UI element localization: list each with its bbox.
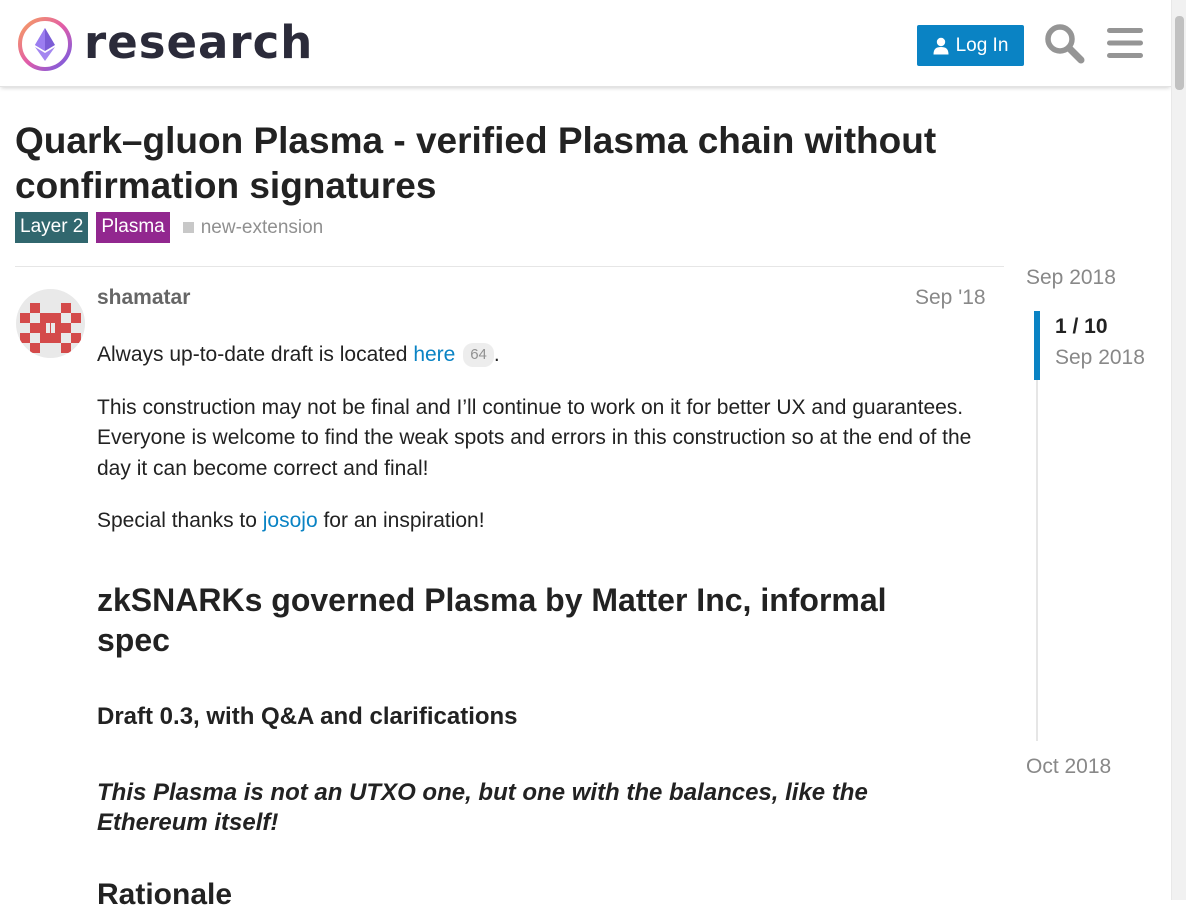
post-heading-rationale: Rationale bbox=[97, 878, 233, 911]
timeline-start-date[interactable]: Sep 2018 bbox=[1026, 266, 1116, 290]
paragraph-thanks: Special thanks to josojo for an inspirat… bbox=[97, 506, 997, 537]
user-icon bbox=[933, 37, 949, 54]
paragraph-draft-location: Always up-to-date draft is located here … bbox=[97, 340, 997, 371]
tag-label: new-extension bbox=[200, 216, 324, 238]
paragraph-text: Always up-to-date draft is located bbox=[97, 343, 414, 366]
menu-button[interactable] bbox=[1103, 20, 1147, 66]
post-date[interactable]: Sep '18 bbox=[915, 286, 986, 310]
user-mention-link[interactable]: josojo bbox=[263, 509, 318, 532]
scrollbar-thumb[interactable] bbox=[1175, 16, 1184, 90]
link-click-count: 64 bbox=[463, 343, 494, 367]
paragraph-disclaimer: This construction may not be final and I… bbox=[97, 395, 972, 480]
login-button-label: Log In bbox=[955, 34, 1009, 56]
paragraph-text: . bbox=[493, 343, 500, 366]
topic-tags: Layer 2 Plasma new-extension bbox=[15, 212, 323, 243]
avatar[interactable] bbox=[16, 289, 85, 358]
category-badge-plasma[interactable]: Plasma bbox=[96, 212, 170, 243]
timeline-position: 1 / 10 bbox=[1055, 315, 1108, 338]
timeline-position-date: Sep 2018 bbox=[1055, 346, 1145, 369]
post-heading-draft: Draft 0.3, with Q&A and clarifications bbox=[97, 703, 518, 730]
site-brand[interactable]: research bbox=[84, 15, 313, 71]
post-body: Always up-to-date draft is located here … bbox=[97, 340, 997, 559]
topic-divider bbox=[15, 266, 1004, 267]
post-author[interactable]: shamatar bbox=[97, 286, 190, 310]
paragraph-text: Special thanks to bbox=[97, 509, 263, 532]
post-heading-spec: zkSNARKs governed Plasma by Matter Inc, … bbox=[97, 582, 887, 658]
timeline-handle[interactable] bbox=[1034, 311, 1040, 380]
timeline-end-date[interactable]: Oct 2018 bbox=[1026, 755, 1111, 779]
identicon-avatar-icon bbox=[16, 289, 85, 358]
hamburger-menu-icon bbox=[1107, 28, 1143, 58]
paragraph-text: for an inspiration! bbox=[317, 509, 485, 532]
site-logo[interactable] bbox=[15, 14, 75, 74]
post-emphasis: This Plasma is not an UTXO one, but one … bbox=[97, 779, 868, 836]
search-button[interactable] bbox=[1042, 20, 1086, 66]
tag-new-extension[interactable]: new-extension bbox=[182, 216, 324, 239]
login-button[interactable]: Log In bbox=[917, 25, 1024, 66]
page-scrollbar[interactable] bbox=[1171, 0, 1186, 900]
draft-link[interactable]: here bbox=[413, 343, 455, 366]
category-badge-layer-2[interactable]: Layer 2 bbox=[15, 212, 89, 243]
tag-square-icon bbox=[182, 222, 194, 233]
site-header: research Log In bbox=[0, 0, 1171, 87]
ethereum-research-logo-icon bbox=[18, 17, 72, 71]
search-icon bbox=[1045, 24, 1085, 64]
topic-title[interactable]: Quark–gluon Plasma - verified Plasma cha… bbox=[15, 118, 1005, 208]
